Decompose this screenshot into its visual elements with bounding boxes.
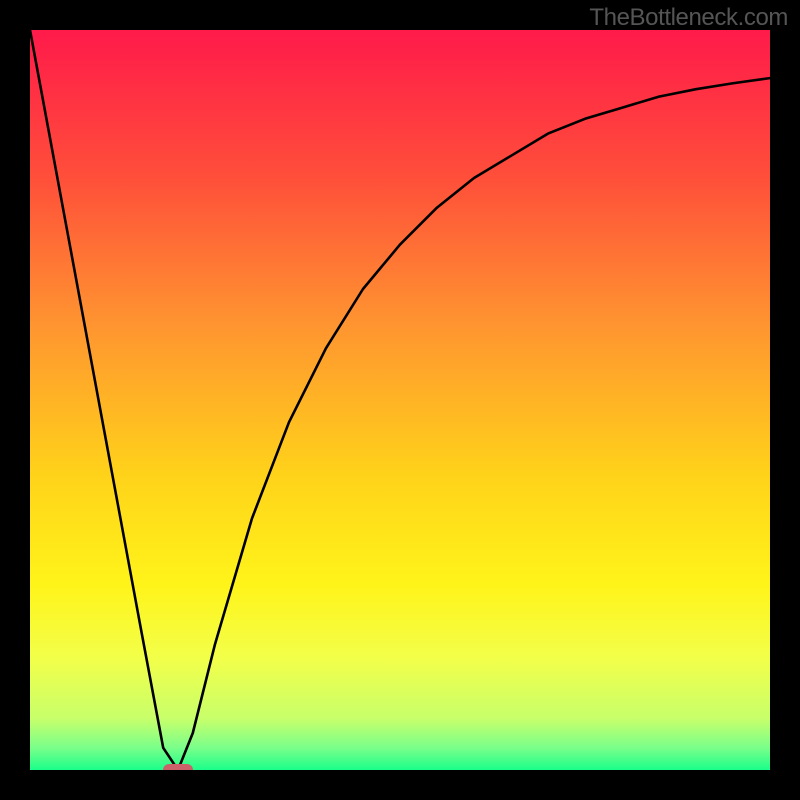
chart-frame: TheBottleneck.com	[0, 0, 800, 800]
bottleneck-curve	[30, 30, 770, 770]
watermark-text: TheBottleneck.com	[589, 4, 788, 32]
plot-area	[30, 30, 770, 770]
optimal-marker	[163, 764, 193, 770]
